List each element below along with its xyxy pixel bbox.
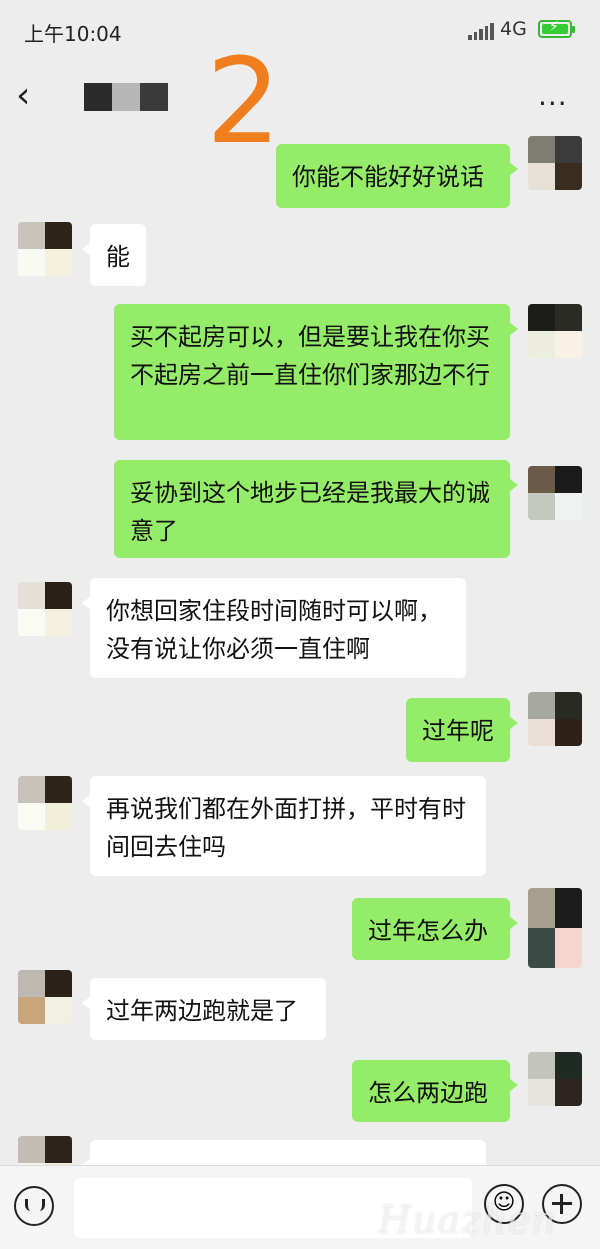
my-avatar[interactable] xyxy=(528,692,582,746)
contact-avatar[interactable] xyxy=(18,1136,72,1165)
more-options-icon[interactable]: ... xyxy=(538,82,574,114)
contact-avatar[interactable] xyxy=(18,776,72,830)
status-bar: 上午10:04 4G ⚡ xyxy=(0,0,600,64)
sent-message-bubble[interactable]: 妥协到这个地步已经是我最大的诚意了 xyxy=(114,460,518,558)
sent-message-bubble[interactable]: 你能不能好好说话 xyxy=(276,144,518,208)
voice-input-icon[interactable] xyxy=(14,1186,54,1226)
contact-name-censored xyxy=(84,83,168,111)
overlay-number: 2 xyxy=(206,32,282,170)
my-avatar[interactable] xyxy=(528,888,582,968)
my-avatar[interactable] xyxy=(528,304,582,358)
watermark: Huazhen xyxy=(378,1198,557,1242)
chat-header: ‹ ... xyxy=(0,64,600,136)
received-message-bubble[interactable]: 再说我们都在外面打拼，平时有时间回去住吗 xyxy=(82,776,486,876)
back-icon[interactable]: ‹ xyxy=(16,78,52,118)
status-time: 上午10:04 xyxy=(24,22,122,46)
chat-message-list[interactable]: 你能不能好好说话 能 买不起房可以，但是要让我在你买不起房之前一直住你们家那边不… xyxy=(0,136,600,1165)
received-message-bubble[interactable]: 能 xyxy=(82,224,146,286)
my-avatar[interactable] xyxy=(528,1052,582,1106)
sent-message-bubble[interactable]: 过年怎么办 xyxy=(352,898,518,960)
my-avatar[interactable] xyxy=(528,136,582,190)
my-avatar[interactable] xyxy=(528,466,582,520)
contact-avatar[interactable] xyxy=(18,222,72,276)
received-message-bubble-partial[interactable] xyxy=(82,1140,486,1165)
battery-icon: ⚡ xyxy=(538,19,575,38)
contact-avatar[interactable] xyxy=(18,582,72,636)
received-message-bubble[interactable]: 你想回家住段时间随时可以啊，没有说让你必须一直住啊 xyxy=(82,578,466,678)
signal-icon xyxy=(468,20,494,40)
received-message-bubble[interactable]: 过年两边跑就是了 xyxy=(82,978,326,1040)
sent-message-bubble[interactable]: 怎么两边跑 xyxy=(352,1060,518,1122)
contact-avatar[interactable] xyxy=(18,970,72,1024)
network-type: 4G xyxy=(500,18,527,40)
sent-message-bubble[interactable]: 过年呢 xyxy=(406,698,518,762)
sent-message-bubble[interactable]: 买不起房可以，但是要让我在你买不起房之前一直住你们家那边不行 xyxy=(114,304,518,440)
